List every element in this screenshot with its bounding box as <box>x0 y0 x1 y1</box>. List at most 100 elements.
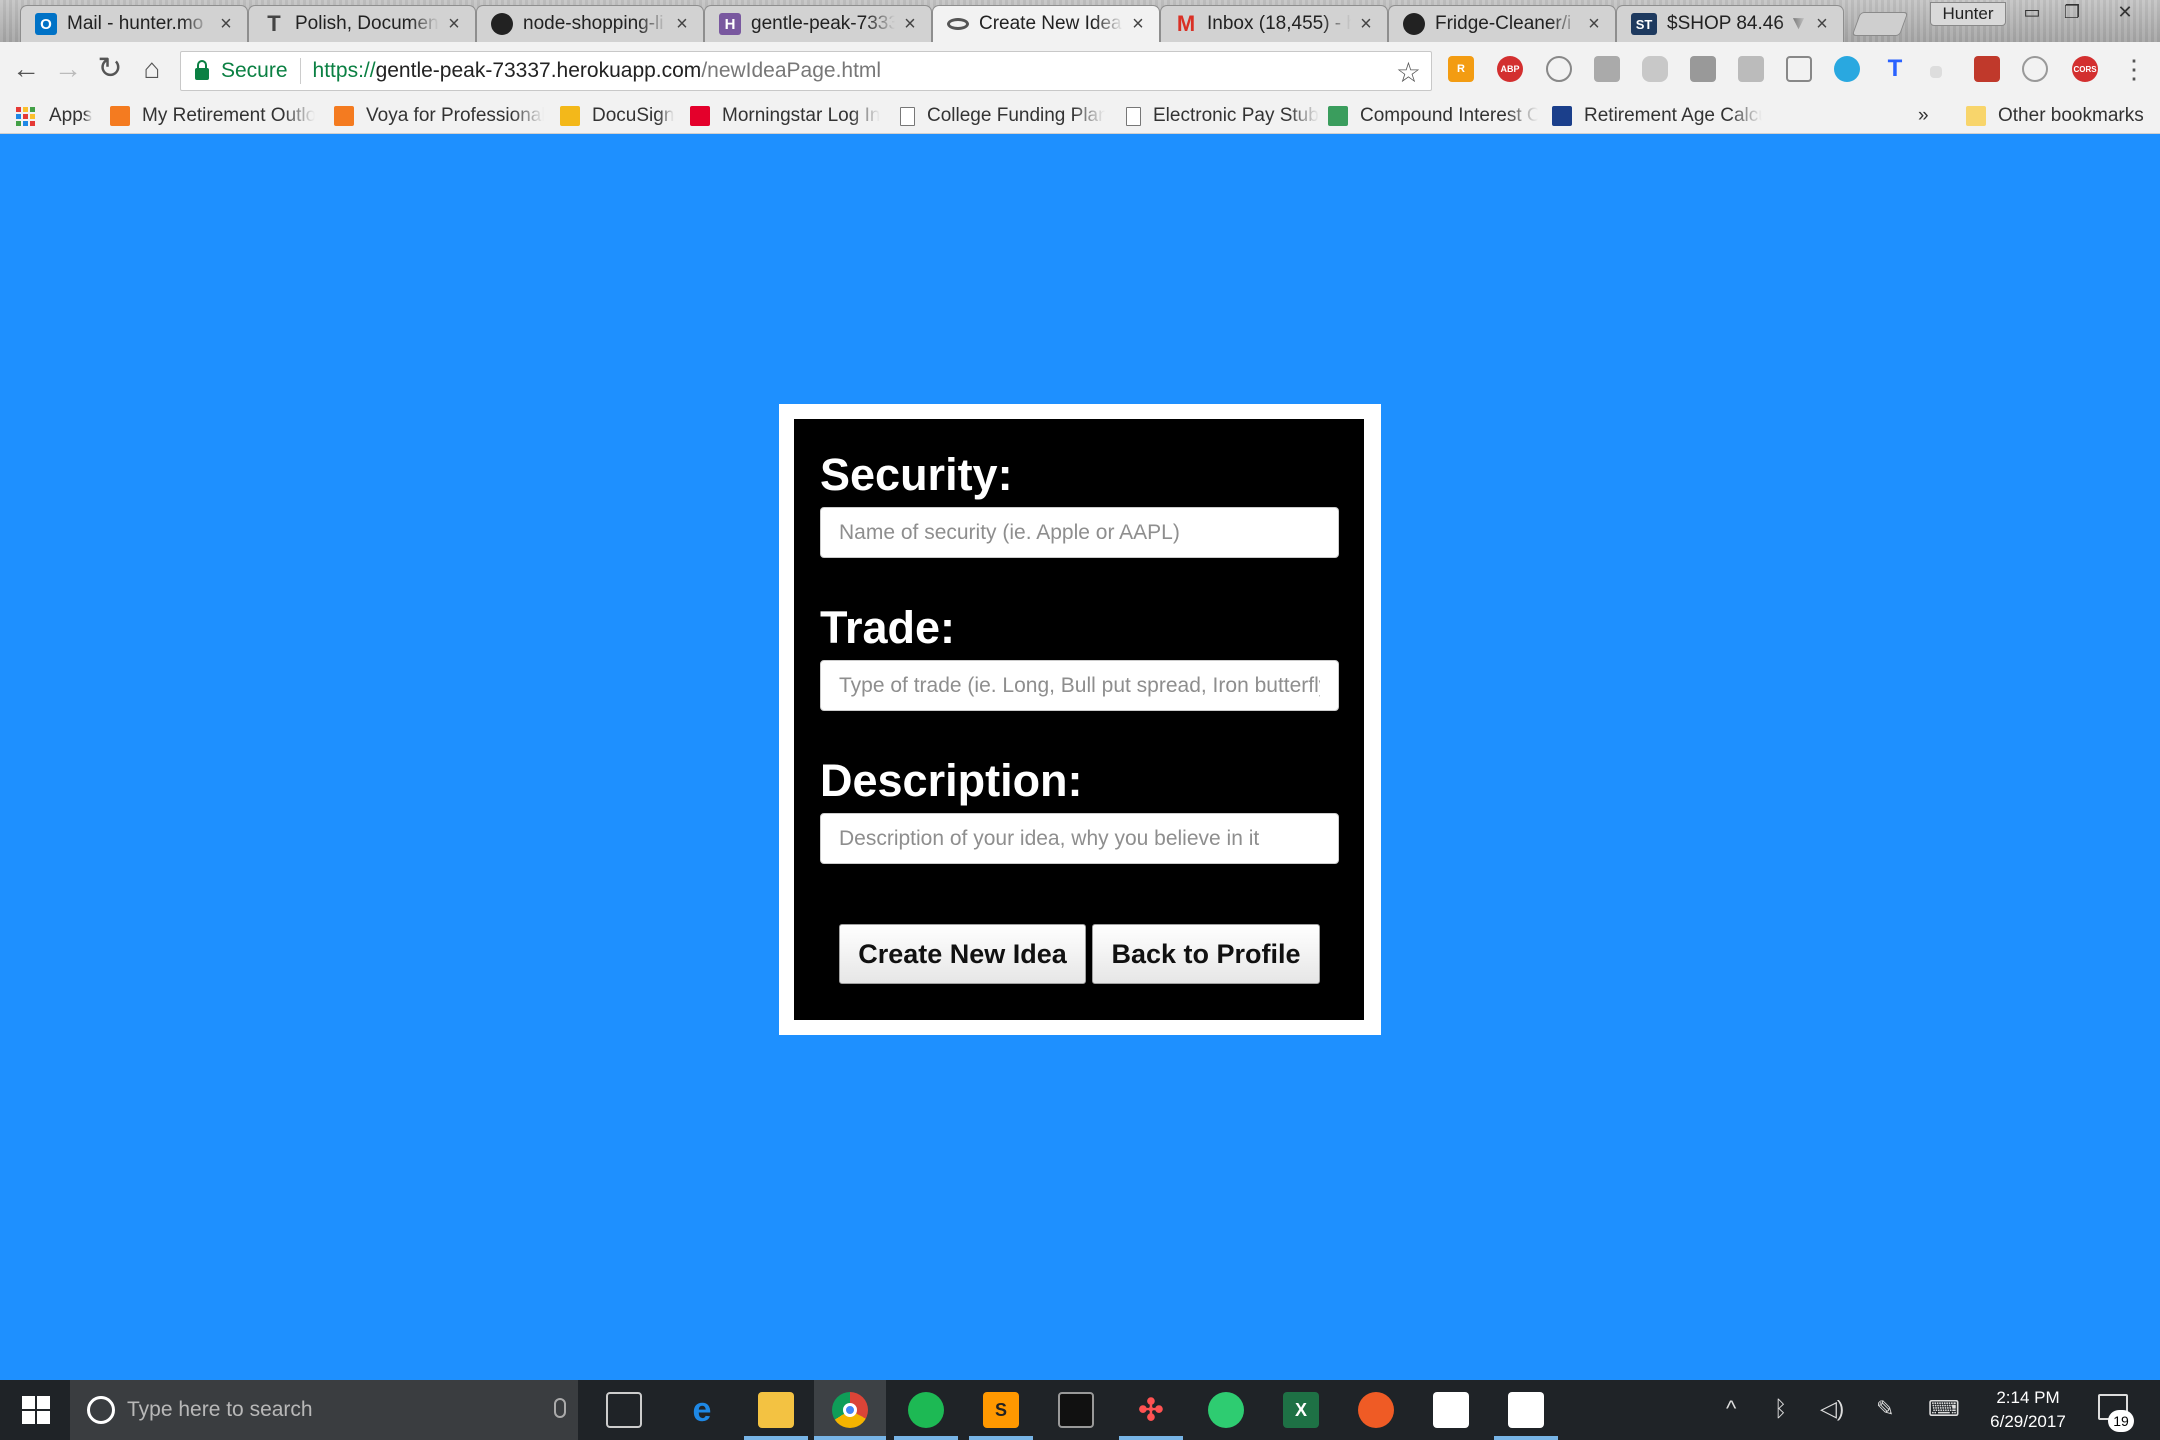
terminal-icon[interactable] <box>1058 1392 1094 1428</box>
close-tab-icon[interactable]: × <box>1129 13 1147 36</box>
running-indicator <box>1494 1436 1558 1440</box>
file-explorer-icon[interactable] <box>758 1392 794 1428</box>
microphone-icon[interactable] <box>554 1398 566 1418</box>
loading-icon <box>947 18 969 30</box>
profile-button[interactable]: Hunter <box>1930 2 2006 26</box>
close-tab-icon[interactable]: × <box>217 13 235 36</box>
extension-tools-icon[interactable] <box>1738 56 1764 82</box>
new-idea-form: Security: Trade: Description: Create New… <box>794 419 1364 1020</box>
tab-create-new-idea[interactable]: Create New Idea × <box>932 5 1160 42</box>
security-input[interactable] <box>820 507 1339 558</box>
extension-flag-icon[interactable] <box>1594 56 1620 82</box>
gitkraken-icon[interactable]: ✣ <box>1133 1392 1169 1428</box>
pdf-icon[interactable] <box>1974 56 2000 82</box>
adblock-plus-icon[interactable]: ABP <box>1497 56 1523 82</box>
folder-icon <box>1966 106 1986 126</box>
docusign-icon <box>560 106 580 126</box>
extension-bulb-icon[interactable] <box>1546 56 1572 82</box>
keyboard-icon[interactable]: ⌨ <box>1928 1396 1960 1422</box>
bookmark-docusign[interactable]: DocuSign <box>560 102 674 130</box>
bookmark-label: Apps <box>49 105 93 126</box>
other-bookmarks[interactable]: Other bookmarks <box>1966 102 2144 130</box>
close-tab-icon[interactable]: × <box>1813 13 1831 36</box>
tab-title: gentle-peak-7333 <box>751 13 895 34</box>
security-label: Security: <box>820 449 1013 500</box>
bookmark-label: Morningstar Log In <box>722 105 881 126</box>
bookmark-star-icon[interactable]: ☆ <box>1396 56 1421 89</box>
close-tab-icon[interactable]: × <box>1357 13 1375 36</box>
postman-icon[interactable] <box>1358 1392 1394 1428</box>
extension-grid-icon[interactable] <box>1690 56 1716 82</box>
bookmark-compound-interest[interactable]: Compound Interest C <box>1328 102 1538 130</box>
extension-dot-icon[interactable] <box>1930 66 1942 78</box>
bookmark-morningstar[interactable]: Morningstar Log In <box>690 102 880 130</box>
tab-title: Create New Idea <box>979 13 1122 34</box>
forward-arrow-icon[interactable]: → <box>50 52 86 88</box>
tab-mail[interactable]: O Mail - hunter.mo × <box>20 5 248 42</box>
close-tab-icon[interactable]: × <box>1585 13 1603 36</box>
pen-icon[interactable]: ✎ <box>1876 1396 1894 1422</box>
reload-icon[interactable]: ↻ <box>92 52 128 88</box>
security-indicator: Secure <box>221 59 288 82</box>
new-tab-button[interactable] <box>1851 12 1909 36</box>
bookmark-retirement-age[interactable]: Retirement Age Calcu <box>1552 102 1762 130</box>
trade-input[interactable] <box>820 660 1339 711</box>
tab-polish-document[interactable]: T Polish, Document × <box>248 5 476 42</box>
bookmark-voya-professional[interactable]: Voya for Professional <box>334 102 544 130</box>
show-hidden-icons-chevron-icon[interactable]: ^ <box>1726 1396 1736 1422</box>
photo-editor-icon[interactable] <box>1433 1392 1469 1428</box>
browser-toolbar: ← → ↻ ⌂ Secure https:// gentle-peak-7333… <box>0 42 2160 98</box>
tab-gentle-peak[interactable]: H gentle-peak-7333 × <box>704 5 932 42</box>
chrome-icon[interactable] <box>832 1392 868 1428</box>
tab-node-shopping[interactable]: node-shopping-li × <box>476 5 704 42</box>
tab-shop-stock[interactable]: ST $SHOP 84.46 ▼-0 × <box>1616 5 1844 42</box>
onedrive-icon[interactable] <box>1834 56 1860 82</box>
extension-circle-icon[interactable] <box>2022 56 2048 82</box>
close-tab-icon[interactable]: × <box>901 13 919 36</box>
photos-icon[interactable] <box>1508 1392 1544 1428</box>
cortana-icon <box>87 1396 115 1424</box>
url-scheme: https:// <box>312 59 376 82</box>
bookmark-college-funding[interactable]: College Funding Plan <box>900 102 1105 130</box>
lock-icon <box>195 60 209 80</box>
cast-icon[interactable] <box>1786 56 1812 82</box>
minimize-icon[interactable]: ▭ <box>2012 0 2052 26</box>
heroku-icon: H <box>719 13 741 35</box>
atom-icon[interactable] <box>1208 1392 1244 1428</box>
extension-r-icon[interactable]: R <box>1448 56 1474 82</box>
home-icon[interactable]: ⌂ <box>134 52 170 88</box>
create-new-idea-button[interactable]: Create New Idea <box>839 924 1086 984</box>
edge-icon[interactable]: e <box>684 1391 720 1429</box>
tab-fridge-cleaner[interactable]: Fridge-Cleaner/i × <box>1388 5 1616 42</box>
excel-icon[interactable]: X <box>1283 1392 1319 1428</box>
restore-icon[interactable]: ❐ <box>2052 0 2092 26</box>
close-window-icon[interactable]: ✕ <box>2100 0 2150 26</box>
back-arrow-icon[interactable]: ← <box>8 52 44 88</box>
menu-kebab-icon[interactable]: ⋮ <box>2116 52 2152 88</box>
taskbar-clock[interactable]: 2:14 PM 6/29/2017 <box>1978 1386 2078 1434</box>
typora-ext-icon[interactable]: T <box>1882 55 1908 82</box>
outlook-icon: O <box>35 13 57 35</box>
windows-start-icon[interactable] <box>22 1396 50 1424</box>
spotify-icon[interactable] <box>908 1392 944 1428</box>
bookmark-label: Compound Interest C <box>1360 105 1538 126</box>
description-input[interactable] <box>820 813 1339 864</box>
tab-inbox[interactable]: M Inbox (18,455) - h × <box>1160 5 1388 42</box>
back-to-profile-button[interactable]: Back to Profile <box>1092 924 1320 984</box>
taskbar-search-box[interactable]: Type here to search <box>70 1380 578 1440</box>
apps-grid-icon <box>16 106 35 126</box>
bookmark-my-retirement-outlook[interactable]: My Retirement Outlo <box>110 102 315 130</box>
bookmark-electronic-pay-stub[interactable]: Electronic Pay Stub <box>1126 102 1319 130</box>
close-tab-icon[interactable]: × <box>445 13 463 36</box>
bookmarks-overflow-chevron-icon[interactable]: » <box>1918 102 1929 130</box>
close-tab-icon[interactable]: × <box>673 13 691 36</box>
extension-cloud-icon[interactable] <box>1642 56 1668 82</box>
address-bar[interactable]: Secure https:// gentle-peak-73337.heroku… <box>180 51 1432 91</box>
task-view-icon[interactable] <box>606 1392 642 1428</box>
cors-icon[interactable]: CORS <box>2072 56 2098 82</box>
bookmark-apps[interactable]: Apps <box>16 102 92 130</box>
bluetooth-icon[interactable]: ᛒ <box>1774 1396 1787 1422</box>
github-icon <box>491 13 513 35</box>
sublime-text-icon[interactable]: S <box>983 1392 1019 1428</box>
volume-icon[interactable]: ◁) <box>1820 1396 1844 1422</box>
